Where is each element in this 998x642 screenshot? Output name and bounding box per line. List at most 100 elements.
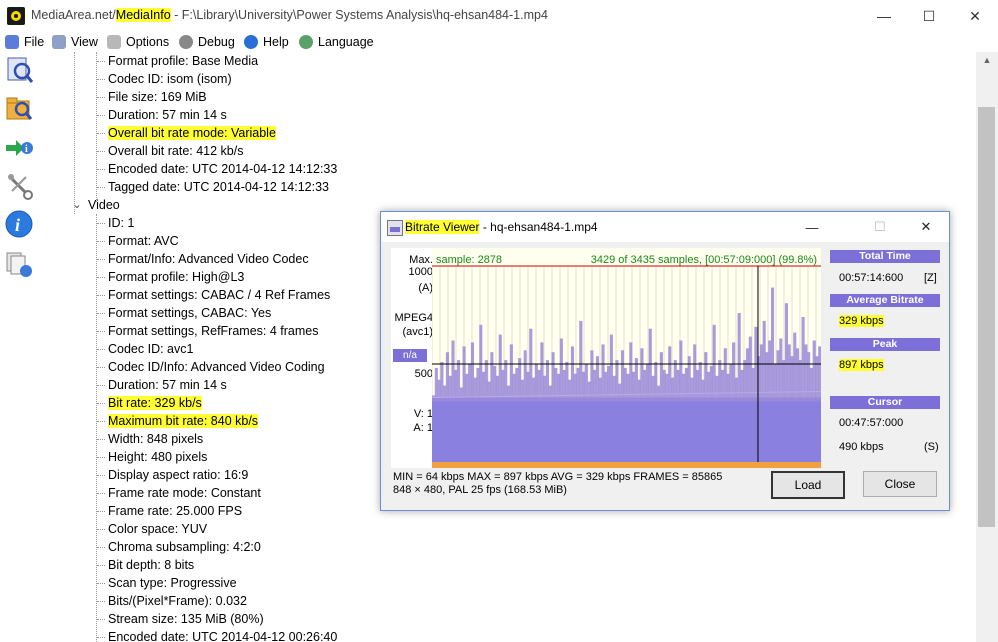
export-button[interactable]: i [3,132,35,164]
menu-options[interactable]: Options [107,33,169,51]
maximize-button[interactable]: ☐ [906,0,952,32]
samples-info-label: 3429 of 3435 samples, [00:57:09:000] (99… [590,254,817,266]
tree-item-text: Color space: YUV [108,522,208,536]
bitrate-viewer-body: Max. 1000 (A) MPEG4 (avc1) n/a 500 V: 1 … [381,242,949,510]
vertical-scrollbar[interactable]: ▲ [976,52,998,642]
tree-item[interactable]: Format: AVC [108,232,179,250]
help-icon [244,35,258,49]
tree-item[interactable]: File size: 169 MiB [108,88,207,106]
minimize-button[interactable]: — [861,0,907,32]
tree-item-text: Encoded date: UTC 2014-04-12 14:12:33 [108,162,338,176]
tree-item-text: Format/Info: Advanced Video Codec [108,252,309,266]
tree-item[interactable]: Encoded date: UTC 2014-04-12 14:12:33 [108,160,337,178]
tree-item-text: Display aspect ratio: 16:9 [108,468,249,482]
bitrate-viewer-title: Bitrate Viewer - hq-ehsan484-1.mp4 [405,220,598,234]
tree-item-text: Codec ID: isom (isom) [108,72,232,86]
debug-icon [179,35,193,49]
tree-item[interactable]: ID: 1 [108,214,134,232]
tree-item-text: Overall bit rate: 412 kb/s [108,144,244,158]
tree-connector [97,169,105,170]
cursor-time-value: 00:47:57:000 [839,417,904,429]
tree-connector [97,259,105,260]
tree-item[interactable]: Codec ID: isom (isom) [108,70,232,88]
tree-item[interactable]: Frame rate: 25.000 FPS [108,502,242,520]
menu-language[interactable]: Language [299,33,374,51]
tree-item[interactable]: Scan type: Progressive [108,574,237,592]
video-section-label[interactable]: Video [88,196,120,214]
preferences-button[interactable] [3,170,35,202]
tree-item-text: ID: 1 [108,216,135,230]
tree-guide-line [96,214,97,642]
tree-item[interactable]: Encoded date: UTC 2014-04-12 00:26:40 [108,628,337,642]
about-icon: i [5,210,33,238]
load-button[interactable]: Load [771,471,845,499]
cursor-bitrate-value: 490 kbps [839,441,884,453]
tree-item[interactable]: Codec ID: avc1 [108,340,193,358]
tree-item-text: Bit rate: 329 kb/s [108,396,202,410]
open-file-button[interactable] [3,54,35,86]
tree-item[interactable]: Overall bit rate: 412 kb/s [108,142,243,160]
tree-item-text: File size: 169 MiB [108,90,207,104]
cursor-key: (S) [924,441,939,453]
stream-format-label: MPEG4 [394,312,433,324]
tree-item[interactable]: Duration: 57 min 14 s [108,376,227,394]
tree-connector [97,619,105,620]
tree-connector [97,313,105,314]
tree-connector [97,475,105,476]
tree-item[interactable]: Stream size: 135 MiB (80%) [108,610,264,628]
tree-guide-line [96,52,97,202]
tree-item[interactable]: Height: 480 pixels [108,448,207,466]
menu-view[interactable]: View [52,33,98,51]
bitrate-plot[interactable]: sample: 2878 3429 of 3435 samples, [00:5… [432,248,821,468]
scroll-up-arrow-icon[interactable]: ▲ [976,52,998,69]
knowledge-base-button[interactable] [3,248,35,280]
video-expand-chevron-icon[interactable]: ⌄ [71,196,83,214]
bitrate-base-area [432,401,821,462]
close-button[interactable]: Close [863,471,937,497]
close-window-button[interactable]: ✕ [952,0,998,32]
tree-item-text: Bit depth: 8 bits [108,558,195,572]
tree-connector [97,367,105,368]
tree-item[interactable]: Format/Info: Advanced Video Codec [108,250,309,268]
tree-item-text: Duration: 57 min 14 s [108,378,227,392]
tree-connector [97,133,105,134]
bv-close-window-button[interactable]: ✕ [903,212,949,242]
plot-left-axis: Max. 1000 (A) MPEG4 (avc1) n/a 500 V: 1 … [391,248,433,468]
tree-item[interactable]: Color space: YUV [108,520,207,538]
tree-item[interactable]: Display aspect ratio: 16:9 [108,466,248,484]
menu-file[interactable]: File [5,33,44,51]
tree-item[interactable]: Format profile: High@L3 [108,268,244,286]
tree-item[interactable]: Width: 848 pixels [108,430,203,448]
tree-item[interactable]: Tagged date: UTC 2014-04-12 14:12:33 [108,178,329,196]
tree-connector [97,241,105,242]
tree-item[interactable]: Frame rate mode: Constant [108,484,261,502]
menu-debug[interactable]: Debug [179,33,235,51]
tree-connector [97,583,105,584]
tree-item[interactable]: Overall bit rate mode: Variable [108,124,276,142]
tree-item[interactable]: Codec ID/Info: Advanced Video Coding [108,358,325,376]
about-button[interactable]: i [3,208,35,240]
bv-minimize-button[interactable]: — [789,212,835,242]
tree-item[interactable]: Format settings: CABAC / 4 Ref Frames [108,286,330,304]
tree-connector [97,277,105,278]
tree-item-text: Bits/(Pixel*Frame): 0.032 [108,594,247,608]
tree-item-text: Codec ID/Info: Advanced Video Coding [108,360,325,374]
tree-connector [97,295,105,296]
tree-connector [97,151,105,152]
tree-item[interactable]: Bit depth: 8 bits [108,556,194,574]
language-icon [299,35,313,49]
open-folder-button[interactable] [3,92,35,124]
tree-item[interactable]: Format settings, CABAC: Yes [108,304,271,322]
tree-item[interactable]: Duration: 57 min 14 s [108,106,227,124]
tree-item[interactable]: Chroma subsampling: 4:2:0 [108,538,261,556]
tree-item[interactable]: Format settings, RefFrames: 4 frames [108,322,318,340]
tree-item[interactable]: Format profile: Base Media [108,52,258,70]
tree-connector [97,439,105,440]
options-icon [107,35,121,49]
tree-item[interactable]: Bits/(Pixel*Frame): 0.032 [108,592,247,610]
tree-item[interactable]: Bit rate: 329 kb/s [108,394,202,412]
max-unit-label: (A) [418,282,433,294]
tree-item[interactable]: Maximum bit rate: 840 kb/s [108,412,259,430]
scroll-thumb[interactable] [978,107,995,527]
menu-help[interactable]: Help [244,33,289,51]
